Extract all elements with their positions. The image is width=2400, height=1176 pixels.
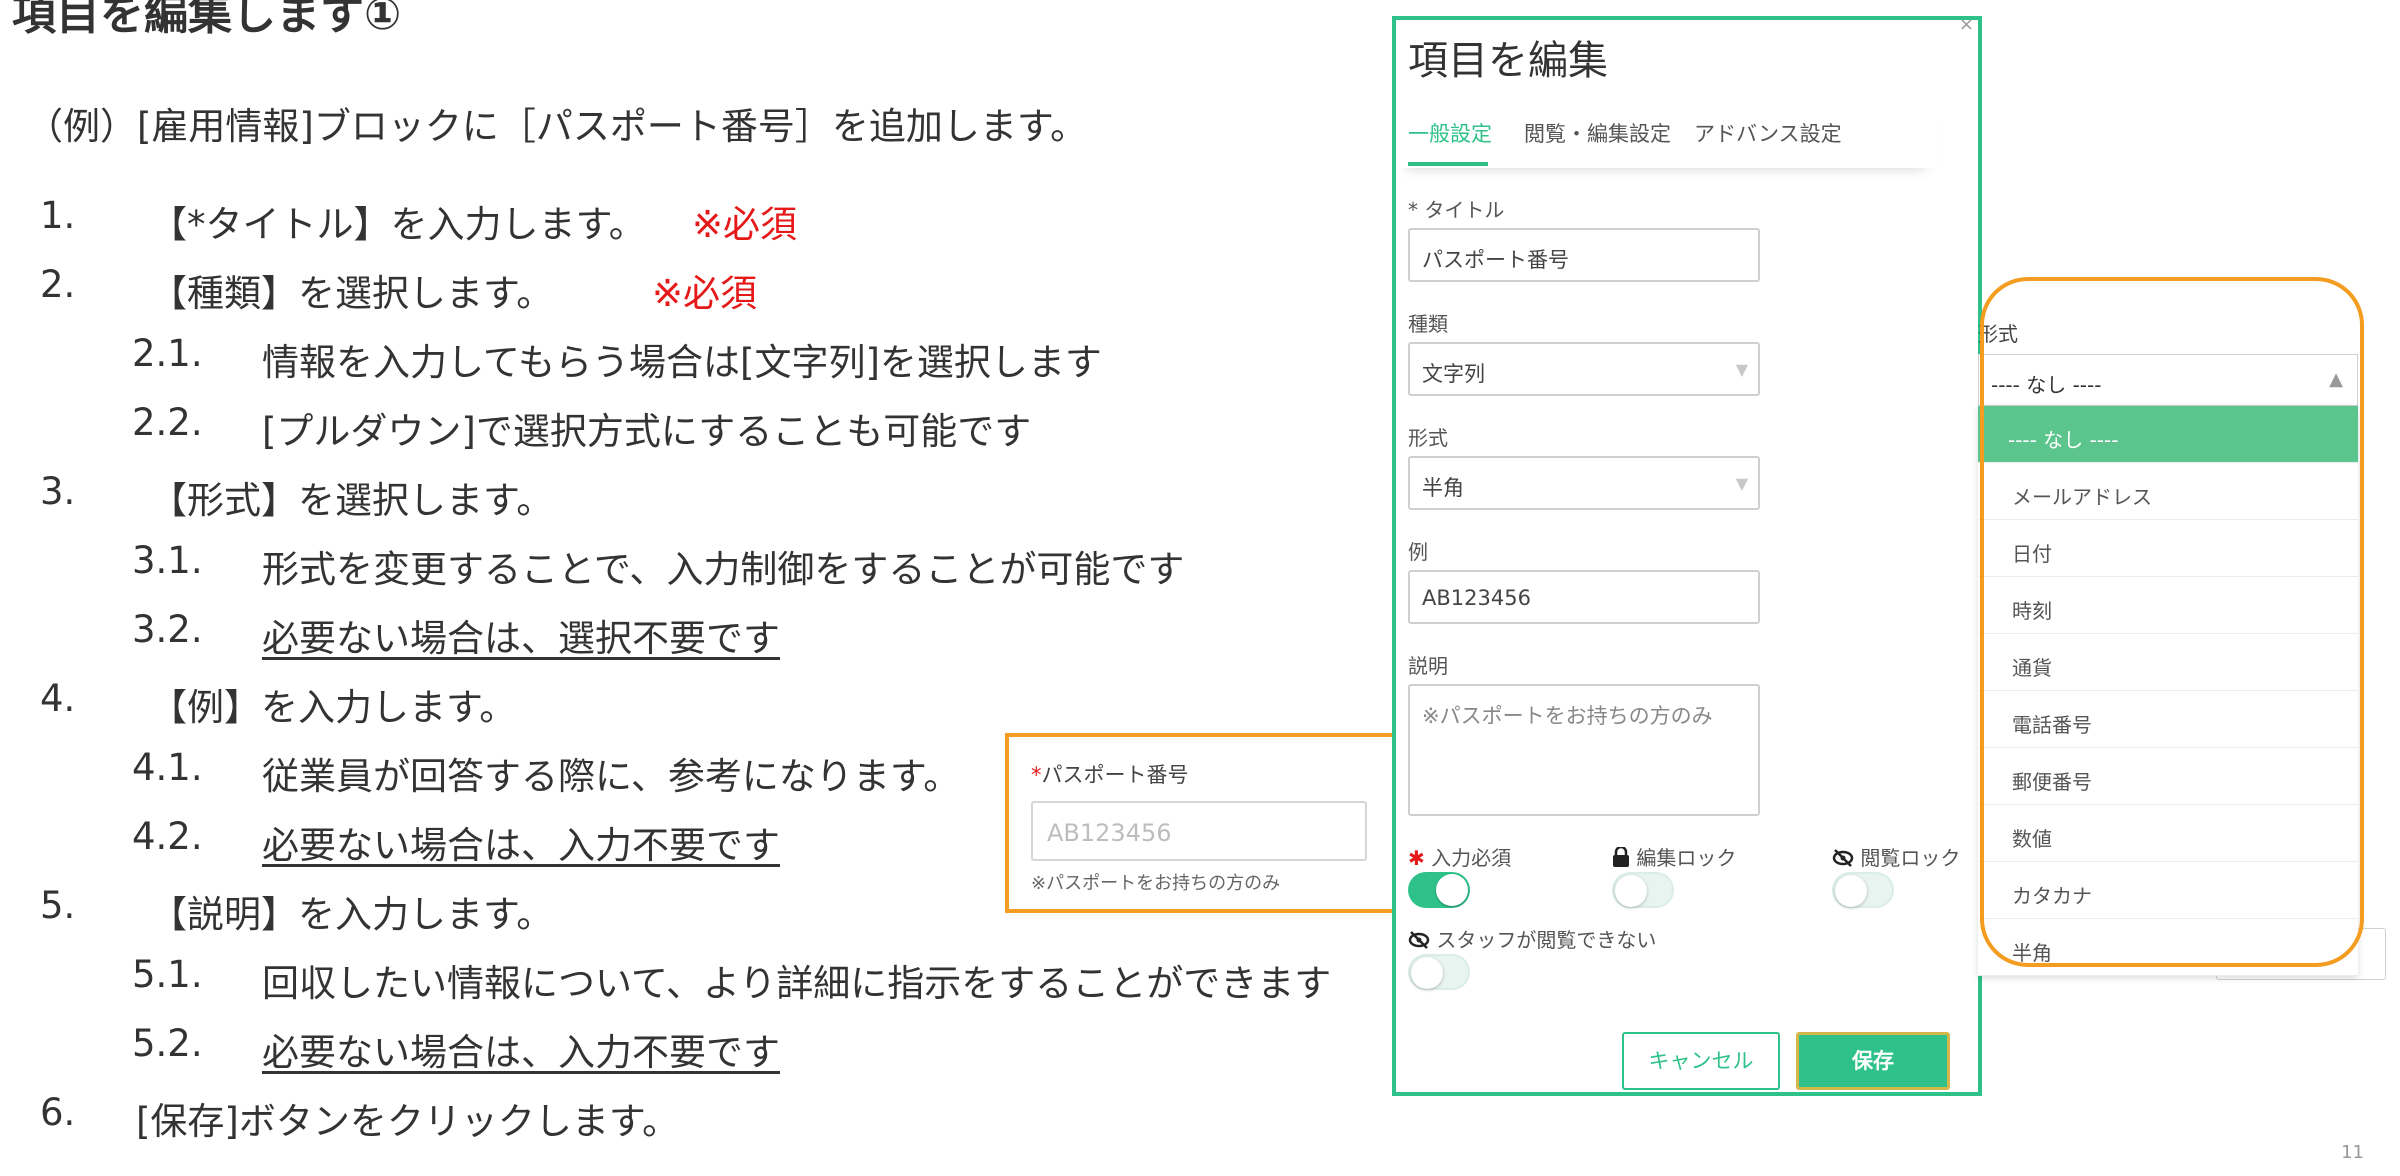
format-select[interactable]: 半角 ▼	[1408, 456, 1760, 510]
format-field-label: 形式	[1408, 426, 1448, 450]
edit-lock-toggle-text: 編集ロック	[1636, 846, 1737, 870]
required-toggle-label: ✱ 入力必須	[1408, 842, 1511, 871]
toggle-knob	[1436, 874, 1468, 906]
toggle-knob	[1835, 875, 1867, 907]
example-input[interactable]: AB123456	[1408, 570, 1760, 624]
description-textarea[interactable]: ※パスポートをお持ちの方のみ	[1408, 684, 1760, 816]
title-field-label: * タイトル	[1408, 198, 1505, 222]
chevron-down-icon: ▼	[1735, 474, 1748, 493]
example-field-label: 例	[1408, 540, 1428, 564]
view-lock-toggle[interactable]	[1832, 872, 1894, 908]
view-lock-toggle-text: 閲覧ロック	[1860, 846, 1961, 870]
tab-view-edit[interactable]: 閲覧・編集設定	[1524, 118, 1671, 148]
staff-hidden-toggle-text: スタッフが閲覧できない	[1436, 928, 1657, 952]
type-field-label: 種類	[1408, 312, 1448, 336]
eye-slash-icon	[1408, 931, 1430, 949]
cancel-button[interactable]: キャンセル	[1622, 1032, 1780, 1090]
save-button[interactable]: 保存	[1796, 1032, 1950, 1090]
toggle-knob	[1411, 957, 1443, 989]
format-select-value: 半角	[1422, 476, 1464, 500]
chevron-down-icon: ▼	[1735, 360, 1748, 379]
view-lock-toggle-label: 閲覧ロック	[1832, 842, 1960, 871]
active-tab-indicator	[1408, 162, 1488, 166]
dialog-title: 項目を編集	[1408, 38, 1608, 84]
edit-lock-toggle-label: 編集ロック	[1612, 842, 1736, 871]
page-number: 11	[2341, 1142, 2364, 1163]
edit-item-dialog: × 項目を編集 一般設定 閲覧・編集設定 アドバンス設定 * タイトル パスポー…	[1392, 14, 1982, 1096]
required-toggle[interactable]	[1408, 872, 1470, 908]
type-select[interactable]: 文字列 ▼	[1408, 342, 1760, 396]
dialog-tabs: 一般設定 閲覧・編集設定 アドバンス設定	[1396, 96, 1936, 168]
type-select-value: 文字列	[1422, 362, 1485, 386]
tab-general[interactable]: 一般設定	[1408, 118, 1492, 148]
staff-hidden-toggle[interactable]	[1408, 954, 1470, 990]
staff-hidden-toggle-label: スタッフが閲覧できない	[1408, 924, 1656, 953]
edit-lock-toggle[interactable]	[1612, 872, 1674, 908]
title-input[interactable]: パスポート番号	[1408, 228, 1760, 282]
eye-slash-icon	[1832, 849, 1854, 867]
lock-icon	[1613, 845, 1629, 867]
toggle-knob	[1615, 875, 1647, 907]
description-field-label: 説明	[1408, 654, 1448, 678]
asterisk-icon: ✱	[1408, 846, 1425, 870]
tab-advanced[interactable]: アドバンス設定	[1694, 118, 1842, 148]
dropdown-highlight-frame	[1980, 277, 2364, 967]
close-icon[interactable]: ×	[1959, 14, 1974, 35]
required-toggle-text: 入力必須	[1431, 846, 1512, 870]
